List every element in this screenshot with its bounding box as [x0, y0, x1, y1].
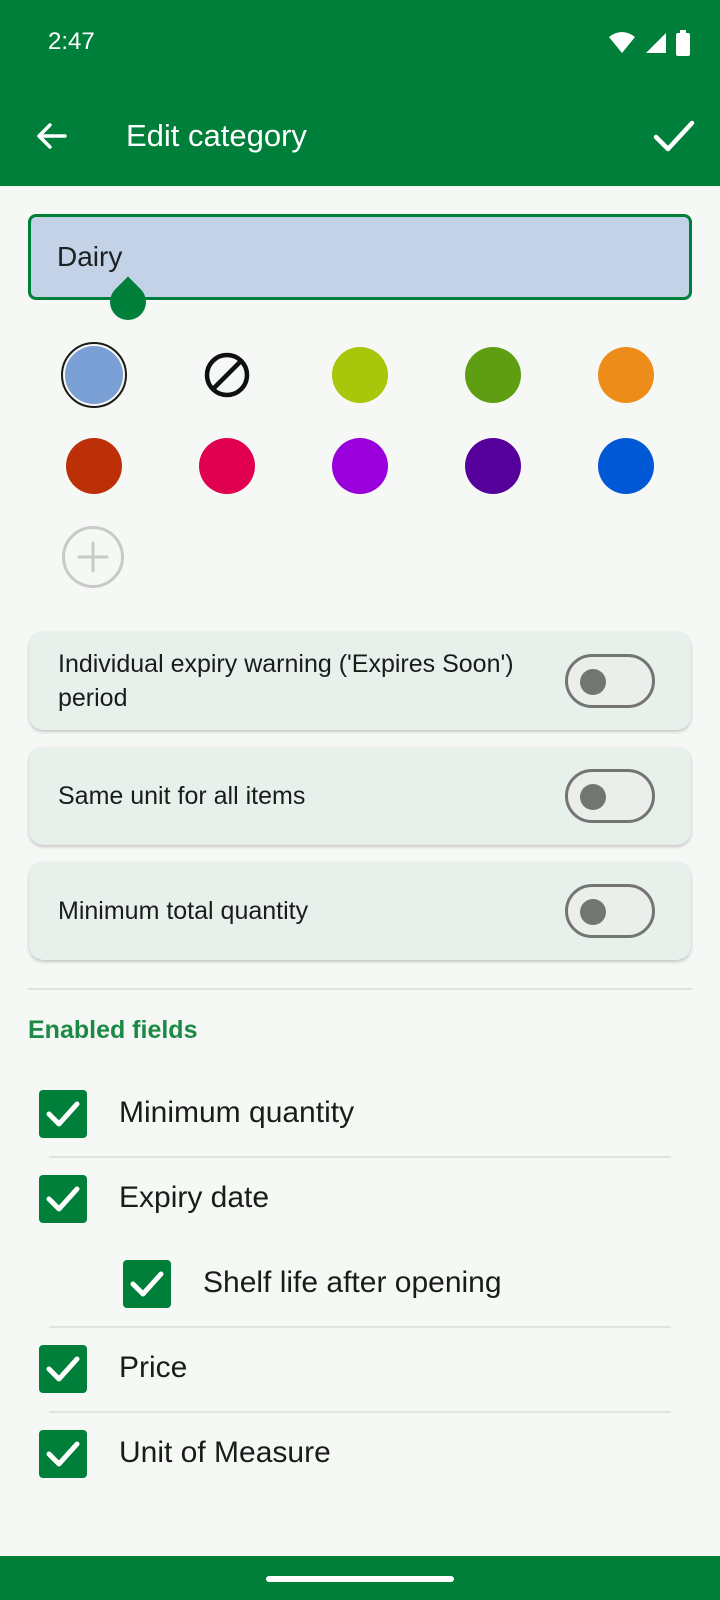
- app-bar: Edit category: [0, 88, 720, 186]
- field-label: Price: [119, 1351, 188, 1384]
- field-row-minimum-quantity[interactable]: Minimum quantity: [39, 1090, 679, 1150]
- setting-label: Individual expiry warning ('Expires Soon…: [58, 650, 514, 712]
- color-swatch-orange[interactable]: [598, 347, 654, 403]
- field-row-expiry-date[interactable]: Expiry date: [39, 1175, 679, 1235]
- row-divider: [49, 1156, 671, 1158]
- toggle-knob: [580, 669, 606, 695]
- color-swatch-green[interactable]: [465, 347, 521, 403]
- category-name-value: Dairy: [57, 241, 123, 272]
- checkmark-icon: [46, 1186, 80, 1212]
- setting-card-expiry-warning[interactable]: Individual expiry warning ('Expires Soon…: [29, 632, 691, 730]
- color-swatch-pink[interactable]: [199, 438, 255, 494]
- plus-icon: [77, 541, 109, 573]
- section-divider: [28, 988, 692, 990]
- color-swatch-lime[interactable]: [332, 347, 388, 403]
- color-swatch-violet[interactable]: [465, 438, 521, 494]
- check-icon: [653, 120, 695, 152]
- color-swatch-none[interactable]: [199, 347, 255, 403]
- checkbox-checked[interactable]: [39, 1345, 87, 1393]
- field-label: Shelf life after opening: [203, 1266, 502, 1299]
- back-button[interactable]: [26, 110, 78, 162]
- checkmark-icon: [46, 1441, 80, 1467]
- status-time: 2:47: [48, 28, 95, 55]
- setting-card-same-unit[interactable]: Same unit for all items: [29, 747, 691, 845]
- color-swatch-selected[interactable]: [61, 342, 127, 408]
- no-color-icon: [204, 352, 250, 398]
- field-label: Expiry date: [119, 1181, 270, 1214]
- checkbox-checked[interactable]: [39, 1430, 87, 1478]
- checkmark-icon: [130, 1271, 164, 1297]
- color-swatch-blue[interactable]: [598, 438, 654, 494]
- setting-label: Same unit for all items: [58, 782, 306, 810]
- battery-icon: [676, 30, 690, 56]
- min-total-quantity-toggle[interactable]: [565, 884, 655, 938]
- setting-card-min-total-quantity[interactable]: Minimum total quantity: [29, 862, 691, 960]
- color-swatch-red[interactable]: [66, 438, 122, 494]
- checkbox-checked[interactable]: [123, 1260, 171, 1308]
- checkmark-icon: [46, 1101, 80, 1127]
- field-row-price[interactable]: Price: [39, 1345, 679, 1405]
- page-title: Edit category: [126, 118, 307, 153]
- color-swatch-fill: [65, 346, 123, 404]
- row-divider: [49, 1411, 671, 1413]
- field-row-shelf-life[interactable]: Shelf life after opening: [123, 1260, 683, 1320]
- add-color-button[interactable]: [62, 526, 124, 588]
- field-label: Unit of Measure: [119, 1436, 331, 1469]
- arrow-left-icon: [37, 123, 67, 149]
- row-divider: [49, 1326, 671, 1328]
- checkbox-checked[interactable]: [39, 1090, 87, 1138]
- status-icons: [608, 30, 690, 56]
- checkmark-icon: [46, 1356, 80, 1382]
- status-bar: 2:47: [0, 0, 720, 88]
- home-gesture-handle[interactable]: [266, 1576, 454, 1582]
- wifi-icon: [609, 32, 635, 53]
- field-row-unit-of-measure[interactable]: Unit of Measure: [39, 1430, 679, 1490]
- confirm-button[interactable]: [644, 106, 704, 166]
- setting-label: Minimum total quantity: [58, 897, 309, 925]
- expiry-warning-toggle[interactable]: [565, 654, 655, 708]
- signal-icon: [646, 33, 666, 53]
- toggle-knob: [580, 784, 606, 810]
- toggle-knob: [580, 899, 606, 925]
- field-label: Minimum quantity: [119, 1096, 355, 1129]
- color-swatch-purple[interactable]: [332, 438, 388, 494]
- checkbox-checked[interactable]: [39, 1175, 87, 1223]
- same-unit-toggle[interactable]: [565, 769, 655, 823]
- enabled-fields-title: Enabled fields: [28, 1016, 198, 1044]
